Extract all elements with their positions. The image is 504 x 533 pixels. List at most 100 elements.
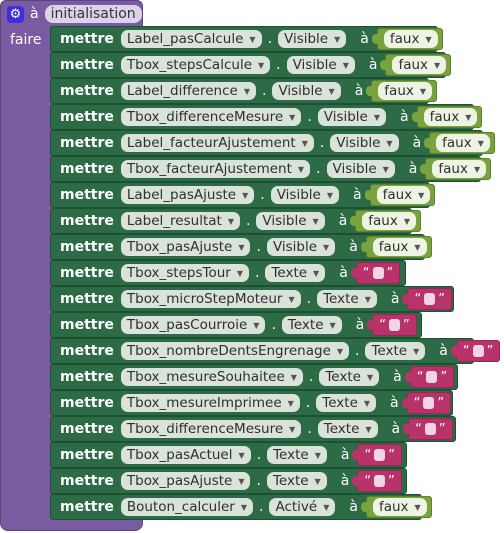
text-value-field[interactable] [374, 475, 386, 487]
property-dropdown[interactable]: Visible ▼ [330, 134, 399, 152]
component-dropdown[interactable]: Tbox_differenceMesure ▼ [120, 108, 302, 126]
empty-text-block[interactable]: “” [352, 470, 402, 492]
property-dropdown[interactable]: Texte ▼ [319, 368, 380, 386]
empty-text-block[interactable]: “” [350, 262, 401, 284]
property-dropdown[interactable]: Visible ▼ [270, 186, 339, 204]
set-property-block[interactable]: mettre Label_resultat ▼. Visible ▼ à faux ▼ [50, 208, 422, 234]
empty-text-block[interactable]: “” [352, 444, 402, 466]
boolean-dropdown[interactable]: faux ▼ [436, 134, 490, 152]
set-keyword: mettre [60, 473, 114, 489]
text-value-field[interactable] [374, 449, 386, 461]
component-dropdown[interactable]: Label_facteurAjustement ▼ [120, 134, 314, 152]
boolean-dropdown[interactable]: faux ▼ [362, 212, 417, 230]
text-value-field[interactable] [372, 267, 384, 279]
logic-false-block[interactable]: faux ▼ [424, 132, 495, 154]
empty-text-block[interactable]: “” [401, 392, 452, 414]
boolean-dropdown[interactable]: faux ▼ [432, 160, 487, 178]
property-dropdown[interactable]: Activé ▼ [269, 498, 336, 516]
set-property-block[interactable]: mettre Label_difference ▼. Visible ▼ à faux ▼ [50, 78, 438, 104]
logic-false-block[interactable]: faux ▼ [371, 28, 443, 50]
gear-icon[interactable]: ⚙ [7, 5, 24, 23]
set-property-block[interactable]: mettre Tbox_pasAjuste ▼. Visible ▼ à faux ▼ [50, 234, 432, 260]
logic-false-block[interactable]: faux ▼ [380, 54, 452, 76]
set-property-block[interactable]: mettre Tbox_stepsTour ▼. Texte ▼ à “” [50, 260, 406, 286]
set-property-block[interactable]: mettre Tbox_pasCourroie ▼. Texte ▼ à “” [50, 312, 422, 338]
text-value-field[interactable] [426, 371, 438, 383]
set-property-block[interactable]: mettre Tbox_differenceMesure ▼. Texte ▼ à “” [50, 416, 456, 442]
property-dropdown[interactable]: Texte ▼ [316, 394, 377, 412]
component-dropdown[interactable]: Bouton_calculer ▼ [120, 498, 253, 516]
property-dropdown[interactable]: Texte ▼ [365, 342, 426, 360]
logic-false-block[interactable]: faux ▼ [411, 106, 483, 128]
logic-false-block[interactable]: faux ▼ [420, 158, 492, 180]
set-property-block[interactable]: mettre Tbox_mesureImprimee ▼. Texte ▼ à “” [50, 390, 453, 416]
property-dropdown[interactable]: Visible ▼ [286, 56, 355, 74]
property-dropdown[interactable]: Visible ▼ [317, 108, 387, 126]
property-dropdown[interactable]: Visible ▼ [266, 238, 336, 256]
logic-false-block[interactable]: faux ▼ [364, 184, 436, 206]
boolean-dropdown[interactable]: faux ▼ [372, 238, 427, 256]
empty-text-block[interactable]: “” [450, 340, 501, 362]
empty-text-block[interactable]: “” [403, 418, 453, 440]
logic-false-block[interactable]: faux ▼ [360, 236, 432, 258]
empty-text-block[interactable]: “” [367, 314, 417, 336]
logic-false-block[interactable]: faux ▼ [350, 210, 422, 232]
component-dropdown[interactable]: Tbox_mesureSouhaitee ▼ [120, 368, 303, 386]
boolean-dropdown[interactable]: faux ▼ [376, 186, 431, 204]
empty-text-block[interactable]: “” [404, 366, 455, 388]
property-dropdown[interactable]: Visible ▼ [256, 212, 325, 230]
text-value-field[interactable] [389, 319, 400, 331]
event-name-field[interactable]: initialisation [44, 5, 142, 23]
logic-false-block[interactable]: faux ▼ [366, 80, 438, 102]
component-dropdown[interactable]: Tbox_stepsCalcule ▼ [120, 56, 271, 74]
text-value-field[interactable] [472, 345, 484, 357]
to-keyword: à [339, 265, 348, 281]
boolean-dropdown[interactable]: faux ▼ [392, 56, 447, 74]
component-name: Tbox_nombreDentsEngrenage [126, 343, 331, 359]
boolean-dropdown[interactable]: faux ▼ [423, 108, 478, 126]
set-property-block[interactable]: mettre Tbox_microStepMoteur ▼. Texte ▼ à “” [50, 286, 454, 312]
component-dropdown[interactable]: Tbox_pasActuel ▼ [120, 446, 251, 464]
property-dropdown[interactable]: Texte ▼ [317, 290, 377, 308]
property-dropdown[interactable]: Texte ▼ [317, 420, 378, 438]
component-dropdown[interactable]: Label_pasCalcule ▼ [120, 30, 262, 48]
component-dropdown[interactable]: Tbox_pasAjuste ▼ [120, 472, 251, 490]
property-dropdown[interactable]: Texte ▼ [266, 472, 327, 490]
component-dropdown[interactable]: Label_pasAjuste ▼ [120, 186, 255, 204]
boolean-dropdown[interactable]: faux ▼ [378, 82, 433, 100]
property-dropdown[interactable]: Visible ▼ [326, 160, 395, 178]
property-dropdown[interactable]: Texte ▼ [281, 316, 342, 334]
boolean-dropdown[interactable]: faux ▼ [383, 30, 438, 48]
set-property-block[interactable]: mettre Tbox_nombreDentsEngrenage ▼. Texte ▼ à… [50, 338, 501, 364]
component-dropdown[interactable]: Tbox_pasAjuste ▼ [120, 238, 251, 256]
set-property-block[interactable]: mettre Bouton_calculer ▼. Activé ▼ à faux ▼ [50, 494, 432, 520]
set-property-block[interactable]: mettre Tbox_pasActuel ▼. Texte ▼ à “” [50, 442, 407, 468]
component-dropdown[interactable]: Tbox_microStepMoteur ▼ [120, 290, 301, 308]
set-property-block[interactable]: mettre Label_facteurAjustement ▼. Visible ▼ à… [50, 130, 495, 156]
set-property-block[interactable]: mettre Tbox_mesureSouhaitee ▼. Texte ▼ à “” [50, 364, 458, 390]
text-value-field[interactable] [424, 293, 436, 305]
component-dropdown[interactable]: Tbox_stepsTour ▼ [120, 264, 249, 282]
set-property-block[interactable]: mettre Label_pasAjuste ▼. Visible ▼ à faux ▼ [50, 182, 436, 208]
property-dropdown[interactable]: Texte ▼ [267, 446, 327, 464]
component-dropdown[interactable]: Label_difference ▼ [120, 82, 256, 100]
empty-text-block[interactable]: “” [402, 288, 452, 310]
component-dropdown[interactable]: Label_resultat ▼ [120, 212, 240, 230]
property-dropdown[interactable]: Visible ▼ [278, 30, 347, 48]
set-property-block[interactable]: mettre Tbox_pasAjuste ▼. Texte ▼ à “” [50, 468, 407, 494]
component-dropdown[interactable]: Tbox_facteurAjustement ▼ [120, 160, 311, 178]
text-value-field[interactable] [423, 397, 435, 409]
set-property-block[interactable]: mettre Tbox_stepsCalcule ▼. Visible ▼ à faux ▼ [50, 52, 452, 78]
component-dropdown[interactable]: Tbox_mesureImprimee ▼ [120, 394, 300, 412]
set-property-block[interactable]: mettre Label_pasCalcule ▼. Visible ▼ à faux ▼ [50, 26, 443, 52]
logic-false-block[interactable]: faux ▼ [360, 496, 432, 518]
text-value-field[interactable] [424, 423, 436, 435]
boolean-dropdown[interactable]: faux ▼ [372, 498, 427, 516]
property-dropdown[interactable]: Texte ▼ [265, 264, 326, 282]
component-dropdown[interactable]: Tbox_pasCourroie ▼ [120, 316, 266, 334]
property-dropdown[interactable]: Visible ▼ [272, 82, 341, 100]
set-property-block[interactable]: mettre Tbox_differenceMesure ▼. Visible ▼ à fa… [50, 104, 483, 130]
component-dropdown[interactable]: Tbox_differenceMesure ▼ [120, 420, 302, 438]
set-property-block[interactable]: mettre Tbox_facteurAjustement ▼. Visible ▼ à f… [50, 156, 492, 182]
component-dropdown[interactable]: Tbox_nombreDentsEngrenage ▼ [120, 342, 350, 360]
